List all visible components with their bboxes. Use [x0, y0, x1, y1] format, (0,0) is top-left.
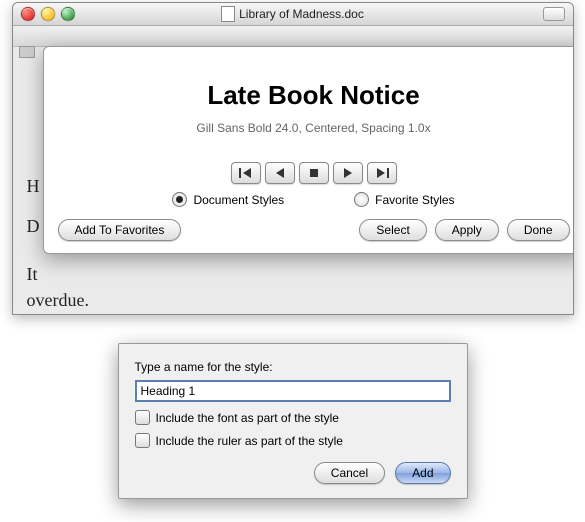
- last-style-button[interactable]: [367, 162, 397, 184]
- styles-sheet: Late Book Notice Gill Sans Bold 24.0, Ce…: [43, 46, 574, 254]
- sheet-button-row: Add To Favorites Select Apply Done: [58, 219, 570, 241]
- radio-label: Favorite Styles: [375, 193, 454, 207]
- bg-text: H: [27, 176, 40, 197]
- first-style-button[interactable]: [231, 162, 261, 184]
- apply-button[interactable]: Apply: [435, 219, 499, 241]
- prev-style-button[interactable]: [265, 162, 295, 184]
- next-style-button[interactable]: [333, 162, 363, 184]
- checkbox-label: Include the font as part of the style: [156, 411, 339, 425]
- style-name-input[interactable]: [135, 380, 451, 402]
- name-style-prompt: Type a name for the style:: [135, 360, 451, 374]
- select-button[interactable]: Select: [359, 219, 426, 241]
- document-window: Library of Madness.doc H D It overdue. L…: [12, 2, 574, 315]
- name-style-dialog: Type a name for the style: Include the f…: [118, 343, 468, 499]
- radio-label: Document Styles: [193, 193, 284, 207]
- checkbox-include-ruler[interactable]: [135, 433, 150, 448]
- style-scope-radios: Document Styles Favorite Styles: [58, 192, 570, 207]
- cancel-button[interactable]: Cancel: [314, 462, 385, 484]
- close-icon[interactable]: [21, 7, 35, 21]
- zoom-icon[interactable]: [61, 7, 75, 21]
- bg-text: overdue.: [27, 290, 89, 311]
- bg-text: It: [27, 264, 38, 285]
- document-body: H D It overdue. Late Book Notice Gill Sa…: [13, 26, 573, 314]
- done-button[interactable]: Done: [507, 219, 570, 241]
- radio-document-styles[interactable]: Document Styles: [172, 192, 284, 207]
- checkbox-include-font[interactable]: [135, 410, 150, 425]
- bg-text: D: [27, 216, 40, 237]
- radio-favorite-styles[interactable]: Favorite Styles: [354, 192, 454, 207]
- traffic-lights: [21, 7, 75, 21]
- checkbox-label: Include the ruler as part of the style: [156, 434, 343, 448]
- window-title: Library of Madness.doc: [239, 7, 364, 21]
- ruler-marker: [19, 46, 35, 58]
- titlebar: Library of Madness.doc: [13, 3, 573, 26]
- style-preview-heading: Late Book Notice: [63, 80, 565, 111]
- stop-button[interactable]: [299, 162, 329, 184]
- ruler-bar: [13, 26, 573, 47]
- radio-icon: [172, 192, 187, 207]
- document-icon: [221, 6, 235, 22]
- style-navigator: [58, 162, 570, 184]
- add-to-favorites-button[interactable]: Add To Favorites: [58, 219, 182, 241]
- toolbar-toggle-button[interactable]: [543, 7, 565, 21]
- style-preview: Late Book Notice Gill Sans Bold 24.0, Ce…: [58, 61, 570, 148]
- minimize-icon[interactable]: [41, 7, 55, 21]
- style-preview-description: Gill Sans Bold 24.0, Centered, Spacing 1…: [63, 121, 565, 135]
- add-button[interactable]: Add: [395, 462, 450, 484]
- radio-icon: [354, 192, 369, 207]
